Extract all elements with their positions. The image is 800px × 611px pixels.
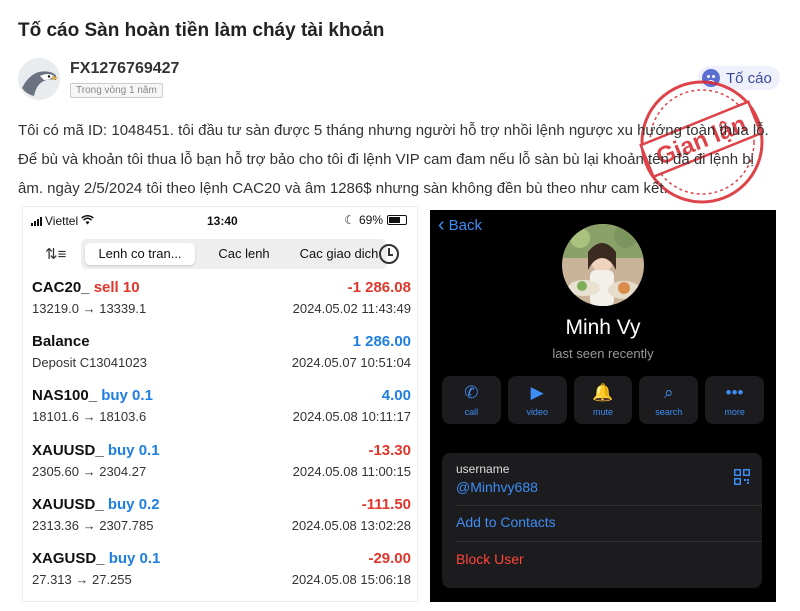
mute-button[interactable]: 🔔 mute <box>573 376 633 424</box>
trade-side: buy 0.1 <box>101 387 153 405</box>
trade-row[interactable]: Balance 1 286.00 Deposit C13041023 2024.05… <box>23 333 417 387</box>
trade-row[interactable]: XAUUSD_ buy 0.1 -13.30 2305.60 → 2304.27 20… <box>23 442 417 496</box>
trade-symbol: CAC20_ sell 10 <box>32 279 140 296</box>
trade-side: buy 0.1 <box>108 550 161 567</box>
tab-orders[interactable]: Cac lenh <box>197 243 291 265</box>
trade-row[interactable]: CAC20_ sell 10 -1 286.08 13219.0 → 13339.1… <box>23 279 417 333</box>
battery-percent: 69% <box>358 213 383 227</box>
trade-price-range: 2305.60 → 2304.27 <box>32 463 147 479</box>
trade-date: 2024.05.08 10:11:17 <box>292 409 411 425</box>
signal-icon <box>31 216 42 226</box>
trade-date: 2024.05.08 15:06:18 <box>291 572 411 587</box>
trading-app-screenshot: Viettel 13:40 ☾ 69% ⇅≡ Lenh co tran... C… <box>22 206 418 602</box>
profile-info-card: username @Minhvy688 Add to Contacts Bloc… <box>442 453 762 588</box>
author-name[interactable]: FX1276769427 <box>70 60 179 78</box>
contact-last-seen: last seen recently <box>552 346 654 361</box>
trade-date: 2024.05.07 10:51:04 <box>291 355 411 371</box>
action-label: video <box>526 407 548 417</box>
trade-symbol: XAGUSD_ buy 0.1 <box>32 550 161 567</box>
add-to-contacts-button[interactable]: Add to Contacts <box>456 514 556 530</box>
username-label: username <box>456 462 510 476</box>
tab-transactions[interactable]: Cac giao dich <box>293 243 385 265</box>
call-button[interactable]: ✆ call <box>442 376 501 424</box>
trade-profit: 4.00 <box>381 387 411 405</box>
trade-row[interactable]: XAGUSD_ buy 0.1 -29.00 27.313 → 27.255 2024… <box>23 550 417 604</box>
status-time: 13:40 <box>207 214 238 228</box>
trade-profit: 1 286.00 <box>352 333 411 351</box>
trade-price-range: 18101.6 → 18103.6 <box>32 409 147 425</box>
trade-profit: -1 286.08 <box>347 279 411 296</box>
chevron-left-icon: ‹ <box>438 214 445 236</box>
search-button[interactable]: ⌕ search <box>639 376 699 424</box>
action-label: call <box>464 407 479 417</box>
profile-actions: ✆ call ▶ video 🔔 mute ⌕ search ••• more <box>442 376 764 424</box>
post-body: Tôi có mã ID: 1048451. tôi đầu tư sàn đư… <box>18 122 769 197</box>
trade-symbol: XAUUSD_ buy 0.2 <box>32 495 160 513</box>
sort-icon[interactable]: ⇅≡ <box>45 245 66 263</box>
divider <box>456 505 762 506</box>
carrier-name: Viettel <box>45 214 79 228</box>
contact-name: Minh Vy <box>565 316 641 339</box>
ellipsis-icon: ••• <box>725 383 744 402</box>
search-icon: ⌕ <box>664 383 674 402</box>
trade-symbol: Balance <box>32 333 90 351</box>
action-label: mute <box>592 407 613 417</box>
trade-price-range: Deposit C13041023 <box>32 355 147 371</box>
moon-icon: ☾ <box>344 213 355 227</box>
eagle-avatar-icon <box>18 58 60 100</box>
trade-date: 2024.05.08 13:02:28 <box>291 517 411 533</box>
profile-photo-image <box>562 224 644 306</box>
battery-icon <box>387 215 407 225</box>
tab-open-orders[interactable]: Lenh co tran... <box>85 243 195 265</box>
action-label: more <box>724 407 745 417</box>
video-button[interactable]: ▶ video <box>507 376 567 424</box>
divider <box>456 541 762 542</box>
more-button[interactable]: ••• more <box>705 376 764 424</box>
trade-price-range: 2313.36 → 2307.785 <box>32 517 154 533</box>
action-label: search <box>655 407 683 417</box>
trade-date: 2024.05.02 11:43:49 <box>292 301 411 316</box>
history-clock-icon[interactable] <box>379 244 399 264</box>
wifi-icon <box>81 214 94 228</box>
block-user-button[interactable]: Block User <box>456 551 524 567</box>
trade-profit: -13.30 <box>368 441 411 459</box>
trade-symbol: XAUUSD_ buy 0.1 <box>32 441 160 459</box>
trade-date: 2024.05.08 11:00:15 <box>292 463 411 479</box>
trade-price-range: 27.313 → 27.255 <box>32 572 132 587</box>
post-time-badge: Trong vòng 1 năm <box>70 83 163 98</box>
trade-profit: -111.50 <box>361 495 411 513</box>
trade-price-range: 13219.0 → 13339.1 <box>32 301 147 316</box>
post-title: Tố cáo Sàn hoàn tiền làm cháy tài khoản <box>18 20 385 41</box>
trade-side: buy 0.1 <box>107 441 160 459</box>
trade-side: sell 10 <box>93 279 140 296</box>
trade-symbol: NAS100_ buy 0.1 <box>32 387 153 405</box>
status-bar: Viettel 13:40 ☾ 69% <box>23 207 417 233</box>
trade-profit: -29.00 <box>368 550 411 567</box>
bell-icon: 🔔 <box>592 383 614 402</box>
phone-icon: ✆ <box>464 383 479 402</box>
trade-row[interactable]: NAS100_ buy 0.1 4.00 18101.6 → 18103.6 2024… <box>23 387 417 441</box>
qr-code-icon[interactable] <box>734 469 750 485</box>
avatar[interactable] <box>18 58 60 100</box>
username-value[interactable]: @Minhvy688 <box>456 479 538 495</box>
tab-segment-control: Lenh co tran... Cac lenh Cac giao dich <box>81 239 387 269</box>
telegram-profile-screenshot: ‹ Back Minh Vy last seen recently ✆ call ▶… <box>430 210 776 602</box>
back-label: Back <box>448 216 483 234</box>
back-button[interactable]: ‹ Back <box>438 214 483 236</box>
video-camera-icon: ▶ <box>530 383 544 402</box>
trade-side: buy 0.2 <box>107 495 160 513</box>
profile-avatar[interactable] <box>562 224 644 306</box>
trade-row[interactable]: XAUUSD_ buy 0.2 -111.50 2313.36 → 2307.785… <box>23 496 417 550</box>
